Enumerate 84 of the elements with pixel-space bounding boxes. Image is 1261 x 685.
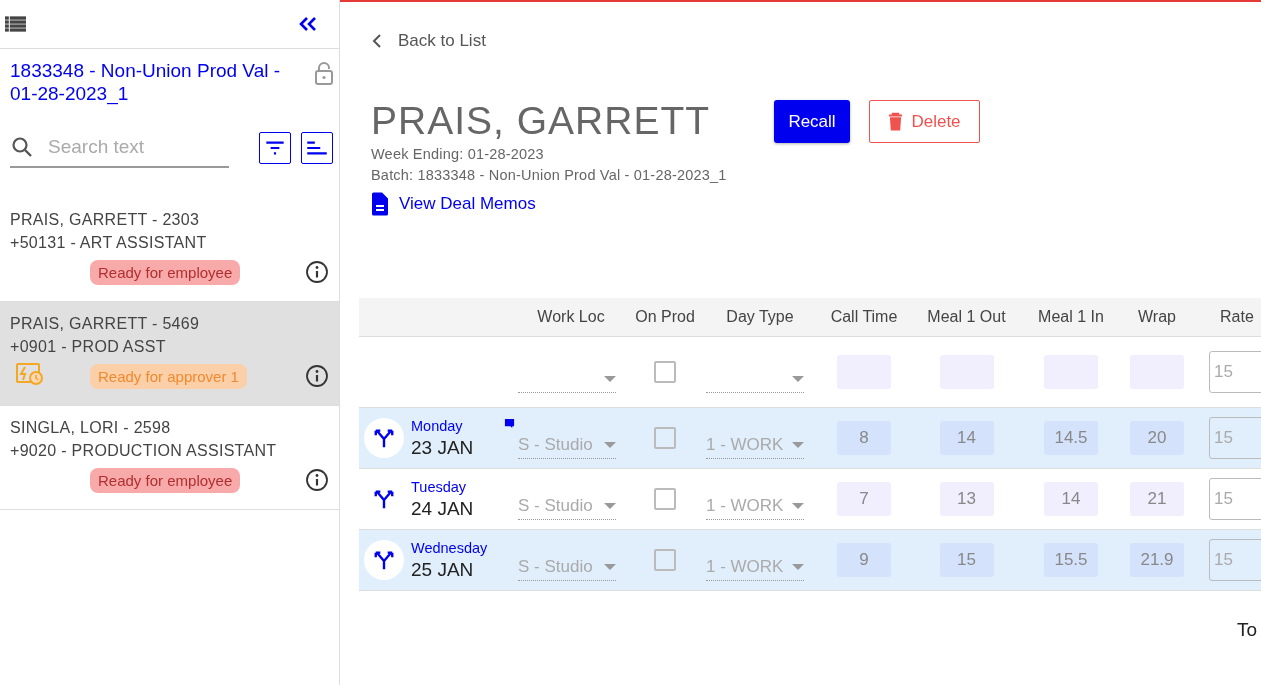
caret-icon: [792, 441, 804, 448]
day-type-dropdown[interactable]: 1 - WORK: [706, 553, 804, 581]
date-label: 23 JAN: [411, 436, 474, 459]
time-field[interactable]: 15: [939, 543, 994, 577]
column-header: Wrap: [1137, 308, 1177, 326]
employee-position: +0901 - PROD ASST: [10, 337, 167, 357]
time-field[interactable]: 8: [837, 421, 891, 455]
week-ending: Week Ending: 01-28-2023: [371, 145, 545, 164]
time-field[interactable]: 15.5: [1044, 543, 1098, 577]
caret-icon: [604, 502, 616, 509]
comment-icon[interactable]: [504, 418, 515, 429]
time-field[interactable]: 13: [939, 482, 994, 516]
list-icon[interactable]: [5, 16, 26, 32]
time-field[interactable]: 21.9: [1130, 543, 1184, 577]
date-label: 24 JAN: [411, 497, 474, 520]
employee-position: +50131 - ART ASSISTANT: [10, 233, 208, 253]
on-prod-checkbox[interactable]: [654, 549, 676, 571]
status-badge: Ready for employee: [90, 467, 241, 493]
column-header: Work Loc: [536, 308, 606, 326]
employee-name: PRAIS, GARRETT - 5469: [10, 314, 201, 334]
weekday-label: Tuesday: [411, 478, 467, 495]
weekday-label: Wednesday: [411, 539, 488, 556]
split-arrows-icon[interactable]: [364, 418, 404, 458]
time-field[interactable]: 14: [1044, 482, 1098, 516]
split-arrows-icon[interactable]: [364, 540, 404, 580]
time-field[interactable]: 21: [1130, 482, 1184, 516]
collapse-icon[interactable]: [299, 17, 317, 31]
batch-label: Batch: 1833348 - Non-Union Prod Val - 01-28-2023_1: [371, 166, 728, 185]
caret-icon: [604, 563, 616, 570]
column-header: Rate: [1219, 308, 1255, 326]
time-field[interactable]: 14.5: [1044, 421, 1098, 455]
rate-field[interactable]: 15: [1209, 478, 1261, 520]
column-header: Meal 1 Out: [926, 308, 1007, 326]
recall-button[interactable]: Recall: [774, 100, 850, 143]
employee-name-heading: PRAIS, GARRETT: [371, 98, 712, 144]
employee-position: +9020 - PRODUCTION ASSISTANT: [10, 441, 278, 461]
on-prod-checkbox[interactable]: [654, 361, 676, 383]
unlocked-lock-icon[interactable]: [315, 61, 333, 85]
info-icon[interactable]: [305, 468, 329, 492]
info-icon[interactable]: [305, 260, 329, 284]
caret-icon: [792, 563, 804, 570]
column-header: On Prod: [634, 308, 696, 326]
back-link[interactable]: Back to List: [372, 31, 486, 51]
status-badge: Ready for employee: [90, 259, 241, 285]
weekday-label: Monday: [411, 417, 463, 434]
employee-list-item[interactable]: PRAIS, GARRETT - 5469 +0901 - PROD ASST Ready for approver 1: [0, 302, 339, 406]
work-location-dropdown[interactable]: S - Studio: [518, 553, 616, 581]
trash-icon: [888, 111, 904, 132]
column-header: Call Time: [829, 308, 899, 326]
on-prod-checkbox[interactable]: [654, 427, 676, 449]
time-field[interactable]: 20: [1130, 421, 1184, 455]
sort-button[interactable]: [301, 132, 333, 164]
filter-button[interactable]: [259, 132, 291, 164]
column-header: Meal 1 In: [1037, 308, 1105, 326]
chevron-left-icon: [372, 33, 382, 49]
caret-icon: [604, 441, 616, 448]
view-deal-memos-link[interactable]: View Deal Memos: [371, 192, 536, 216]
rate-field[interactable]: 15: [1209, 539, 1261, 581]
caret-icon: [792, 375, 804, 382]
status-badge: Ready for approver 1: [90, 363, 247, 389]
time-field[interactable]: 14: [939, 421, 994, 455]
work-location-dropdown[interactable]: S - Studio: [518, 431, 616, 459]
search-icon: [10, 135, 34, 159]
delete-button[interactable]: Delete: [869, 100, 980, 143]
time-field[interactable]: 7: [837, 482, 891, 516]
column-header: Day Type: [725, 308, 795, 326]
employee-list-item[interactable]: PRAIS, GARRETT - 2303 +50131 - ART ASSISTANT Ready for employee: [0, 198, 339, 302]
employee-name: SINGLA, LORI - 2598: [10, 418, 172, 438]
work-location-dropdown[interactable]: S - Studio: [518, 492, 616, 520]
caret-icon: [792, 502, 804, 509]
rate-field[interactable]: 15: [1209, 351, 1261, 393]
employee-list-item[interactable]: SINGLA, LORI - 2598 +9020 - PRODUCTION ASSISTANT Ready for employee: [0, 406, 339, 510]
day-type-dropdown[interactable]: 1 - WORK: [706, 431, 804, 459]
batch-title[interactable]: 1833348 - Non-Union Prod Val - 01-28-2023_1: [10, 59, 305, 119]
date-label: 25 JAN: [411, 558, 474, 581]
rate-field[interactable]: 15: [1209, 417, 1261, 459]
total-label: To: [1236, 619, 1257, 641]
employee-name: PRAIS, GARRETT - 2303: [10, 210, 201, 230]
on-prod-checkbox[interactable]: [654, 488, 676, 510]
time-field[interactable]: 9: [837, 543, 891, 577]
caret-icon: [604, 375, 616, 382]
document-icon: [371, 192, 389, 216]
day-type-dropdown[interactable]: 1 - WORK: [706, 492, 804, 520]
info-icon[interactable]: [305, 364, 329, 388]
